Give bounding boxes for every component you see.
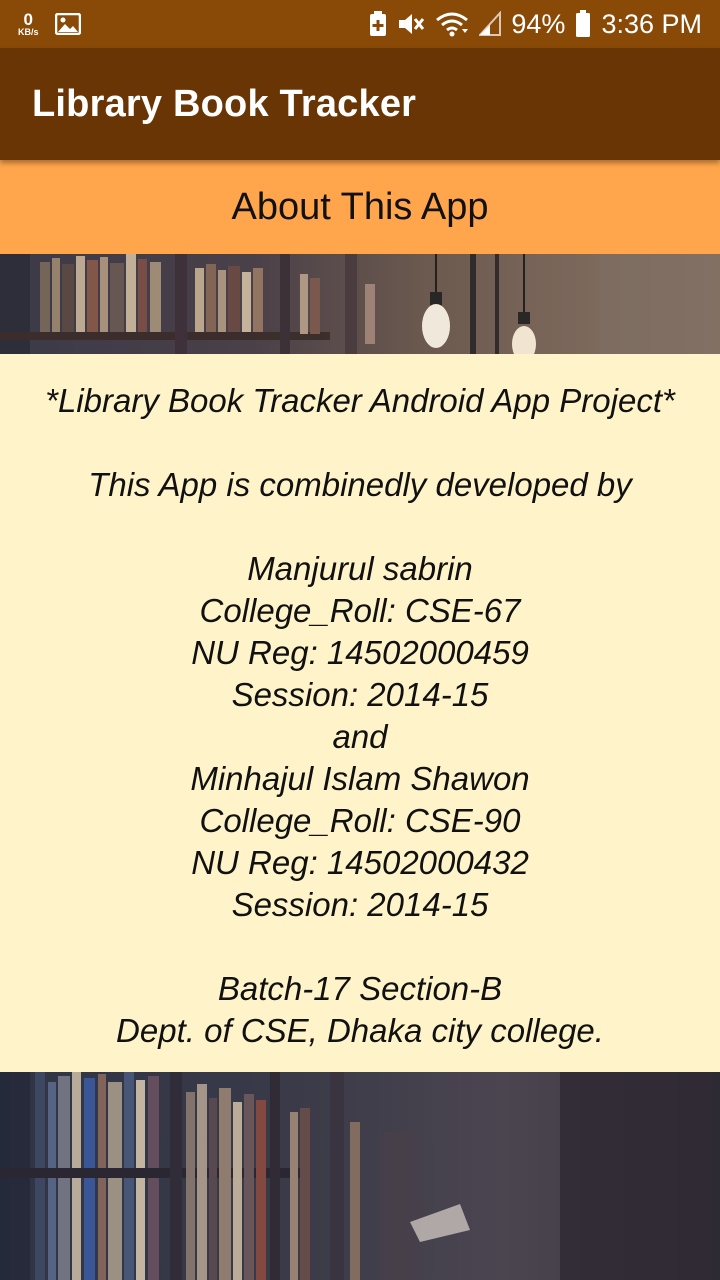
developer-2-session: Session: 2014-15 [231, 886, 489, 923]
conjunction: and [332, 718, 388, 755]
developer-1-session: Session: 2014-15 [231, 676, 489, 713]
app-title: Library Book Tracker [32, 82, 417, 125]
network-speed-value: 0 [23, 10, 33, 29]
about-content: *Library Book Tracker Android App Projec… [0, 354, 720, 1072]
app-bar: Library Book Tracker [0, 48, 720, 160]
batch-section: Batch-17 Section-B [217, 970, 503, 1007]
wifi-icon [435, 11, 469, 37]
battery-saver-icon [369, 11, 387, 37]
mute-icon [397, 11, 425, 37]
background-image-bottom [0, 1072, 720, 1280]
clock: 3:36 PM [601, 8, 702, 39]
about-heading: *Library Book Tracker Android App Projec… [45, 382, 675, 419]
developer-1-reg: NU Reg: 14502000459 [191, 634, 529, 671]
status-bar-right: 94% 3:36 PM [369, 9, 702, 40]
battery-percent: 94% [511, 8, 566, 39]
battery-icon [575, 10, 591, 38]
signal-icon [479, 11, 502, 37]
section-header: About This App [0, 160, 720, 254]
image-icon [54, 13, 81, 35]
status-bar: 0 KB/s 94% 3:36 PM [0, 0, 720, 48]
network-speed-unit: KB/s [18, 27, 39, 37]
department: Dept. of CSE, Dhaka city college. [116, 1012, 604, 1049]
developer-2-roll: College_Roll: CSE-90 [199, 802, 521, 839]
background-image-top [0, 254, 720, 354]
section-title: About This App [231, 185, 489, 228]
developer-1-name: Manjurul sabrin [247, 550, 473, 587]
developer-2-reg: NU Reg: 14502000432 [191, 844, 529, 881]
status-bar-left: 0 KB/s [18, 11, 81, 37]
network-speed: 0 KB/s [18, 11, 39, 37]
developer-1-roll: College_Roll: CSE-67 [199, 592, 521, 629]
about-intro: This App is combinedly developed by [88, 466, 632, 503]
developer-2-name: Minhajul Islam Shawon [190, 760, 530, 797]
